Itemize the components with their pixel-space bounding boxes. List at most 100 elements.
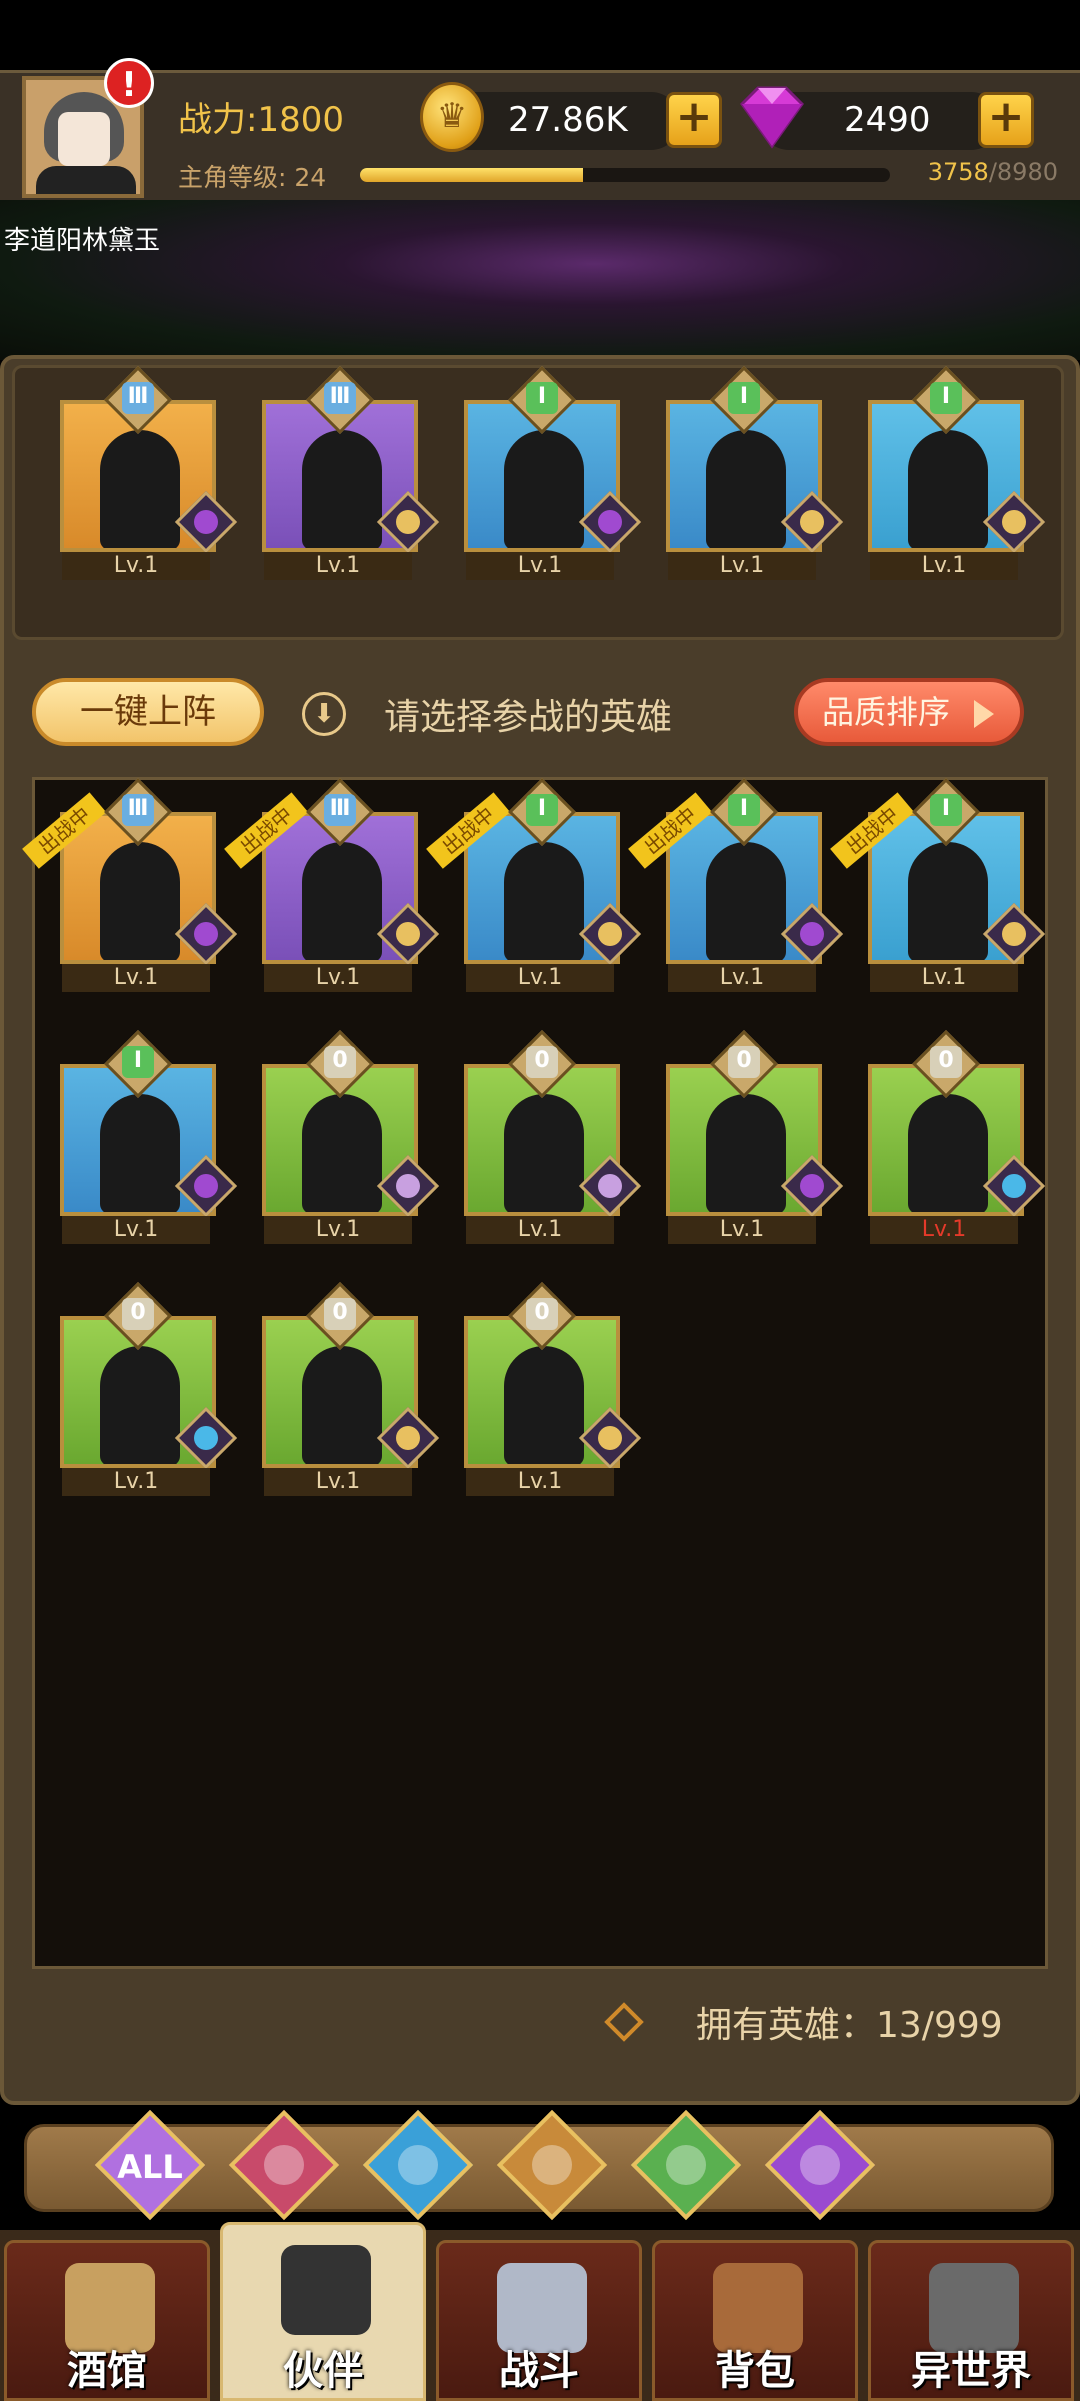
rank-badge: Ⅰ (104, 1030, 172, 1098)
rank-label: Ⅰ (537, 796, 547, 821)
hero-level: Lv.1 (62, 552, 210, 580)
team-hero-card[interactable]: Ⅰ Lv.1 (868, 366, 1046, 580)
add-gold-button[interactable]: + (666, 92, 722, 148)
rank-badge: Ⅰ (912, 366, 980, 434)
nav-label: 伙伴 (283, 2348, 363, 2394)
rank-badge: Ⅲ (104, 778, 172, 846)
hero-level: Lv.1 (668, 552, 816, 580)
rank-label: 0 (130, 1300, 146, 1325)
roster-hero-card[interactable]: 0 Lv.1 (262, 1030, 440, 1244)
elf-faction-icon (982, 490, 1046, 554)
hero-level: Lv.1 (668, 1216, 816, 1244)
roster-hero-card[interactable]: 0 Lv.1 (666, 1030, 844, 1244)
rank-label: Ⅰ (133, 1048, 143, 1073)
rank-label: Ⅰ (941, 796, 951, 821)
rank-label: Ⅲ (329, 384, 351, 409)
rank-badge: Ⅰ (710, 366, 778, 434)
roster-hero-card[interactable]: 出战中 Ⅰ Lv.1 (628, 778, 844, 992)
nav-tab-backpack[interactable]: 背包 (652, 2240, 858, 2401)
nav-tab-tavern[interactable]: 酒馆 (4, 2240, 210, 2401)
elf-faction-icon (376, 490, 440, 554)
roster-hero-card[interactable]: 出战中 Ⅲ Lv.1 (22, 778, 238, 992)
rank-label: 0 (736, 1048, 752, 1073)
rank-badge: Ⅲ (306, 366, 374, 434)
hero-level: Lv.1 (264, 552, 412, 580)
demon-faction-icon (578, 490, 642, 554)
rank-label: 0 (534, 1300, 550, 1325)
one-key-deploy-button[interactable]: 一键上阵 (32, 678, 264, 746)
rank-label: Ⅰ (537, 384, 547, 409)
nav-label: 酒馆 (67, 2348, 147, 2394)
hero-level: Lv.1 (870, 552, 1018, 580)
rank-badge: Ⅲ (306, 778, 374, 846)
human-faction-icon (264, 2145, 304, 2185)
gold-coin-icon: ♛ (420, 82, 484, 152)
alert-icon: ! (104, 58, 154, 108)
all-filter-button[interactable]: ALL (94, 2109, 206, 2221)
roster-hero-card[interactable]: 0 Lv.1 (60, 1282, 238, 1496)
team-hero-card[interactable]: Ⅰ Lv.1 (666, 366, 844, 580)
rank-label: 0 (332, 1300, 348, 1325)
nav-tab-partner[interactable]: 伙伴 (220, 2222, 426, 2401)
level-label: 主角等级: 24 (178, 163, 327, 192)
team-hero-card[interactable]: Ⅲ Lv.1 (60, 366, 238, 580)
arrow-down-icon: ⬇ (302, 692, 346, 736)
nav-label: 战斗 (499, 2348, 579, 2394)
demon-faction-icon (174, 1154, 238, 1218)
quality-sort-button[interactable]: 品质排序 (794, 678, 1024, 746)
hero-level: Lv.1 (466, 552, 614, 580)
rank-badge: Ⅰ (912, 778, 980, 846)
beast-faction-icon (532, 2145, 572, 2185)
elf-faction-icon (376, 1406, 440, 1470)
roster-hero-card[interactable]: Ⅰ Lv.1 (60, 1030, 238, 1244)
exp-value: 3758/8980 (928, 158, 1058, 186)
nav-tab-battle[interactable]: 战斗 (436, 2240, 642, 2401)
nav-label: 背包 (715, 2348, 795, 2394)
exp-bar (360, 168, 890, 182)
rank-badge: Ⅲ (104, 366, 172, 434)
demon-faction-icon (780, 1154, 844, 1218)
roster-hero-card[interactable]: 0 Lv.1 (464, 1030, 642, 1244)
rank-badge: 0 (306, 1030, 374, 1098)
rank-badge: 0 (306, 1282, 374, 1350)
demon-faction-icon (174, 902, 238, 966)
rank-label: Ⅲ (127, 796, 149, 821)
human-faction-filter-button[interactable] (228, 2109, 340, 2221)
human-faction-icon (578, 1154, 642, 1218)
exp-current: 3758 (927, 158, 989, 186)
hero-level: Lv.1 (668, 964, 816, 992)
rank-badge: 0 (104, 1282, 172, 1350)
elf-faction-icon (982, 902, 1046, 966)
rank-badge: Ⅰ (508, 366, 576, 434)
human-faction-icon (376, 1154, 440, 1218)
owned-heroes-count: 拥有英雄：13/999 (696, 2005, 1003, 2046)
sea-faction-filter-button[interactable] (362, 2109, 474, 2221)
rank-badge: 0 (710, 1030, 778, 1098)
team-hero-card[interactable]: Ⅰ Lv.1 (464, 366, 642, 580)
gold-value: 27.86K (508, 100, 628, 140)
hero-level: Lv.1 (870, 964, 1018, 992)
sea-faction-icon (982, 1154, 1046, 1218)
roster-hero-card[interactable]: 0 Lv.1 (262, 1282, 440, 1496)
add-gem-button[interactable]: + (978, 92, 1034, 148)
rank-label: 0 (332, 1048, 348, 1073)
roster-hero-card[interactable]: 出战中 Ⅰ Lv.1 (830, 778, 1046, 992)
demon-faction-filter-button[interactable] (764, 2109, 876, 2221)
rank-label: Ⅰ (739, 796, 749, 821)
rank-badge: 0 (508, 1282, 576, 1350)
hero-level: Lv.1 (264, 1468, 412, 1496)
rank-label: 0 (534, 1048, 550, 1073)
nav-tab-other-world[interactable]: 异世界 (868, 2240, 1074, 2401)
roster-hero-card[interactable]: 出战中 Ⅲ Lv.1 (224, 778, 440, 992)
roster-hero-card[interactable]: 出战中 Ⅰ Lv.1 (426, 778, 642, 992)
power-label: 战力:1800 (178, 100, 344, 140)
elf-faction-icon (578, 1406, 642, 1470)
elf-faction-filter-button[interactable] (630, 2109, 742, 2221)
sea-faction-icon (398, 2145, 438, 2185)
beast-faction-filter-button[interactable] (496, 2109, 608, 2221)
team-hero-card[interactable]: Ⅲ Lv.1 (262, 366, 440, 580)
roster-hero-card[interactable]: 0 Lv.1 (868, 1030, 1046, 1244)
player-name: 李道阳林黛玉 (4, 226, 161, 256)
hero-level: Lv.1 (466, 1468, 614, 1496)
roster-hero-card[interactable]: 0 Lv.1 (464, 1282, 642, 1496)
